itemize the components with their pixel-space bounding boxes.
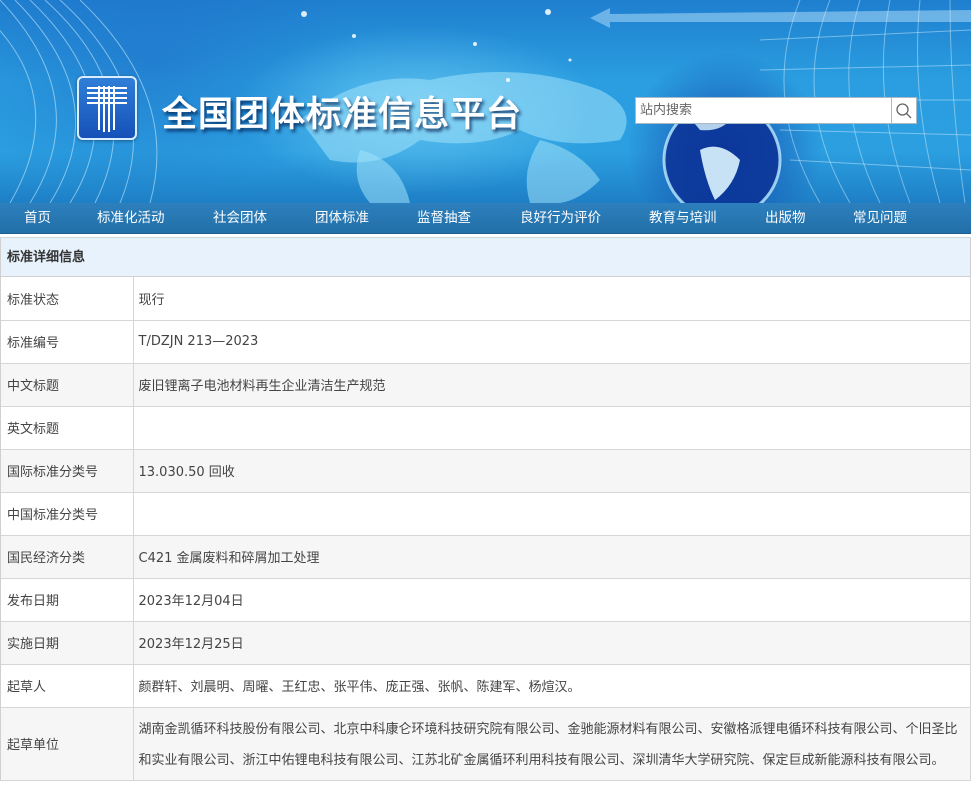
nav-item-home[interactable]: 首页 [24,203,51,234]
drafters-value: 颜群轩、刘晨明、周曜、王红忠、张平伟、庞正强、张帆、陈建军、杨煊汉。 [133,664,971,708]
nav-item-standardization-activities[interactable]: 标准化活动 [97,203,165,234]
row-label: 发布日期 [1,578,134,622]
table-row-ccs: 中国标准分类号 [1,492,971,536]
row-label: 实施日期 [1,621,134,665]
publish-date-value: 2023年12月04日 [133,578,971,622]
table-row-standard-number: 标准编号 T/DZJN 213—2023 [1,320,971,364]
search-icon [896,102,912,118]
row-label: 国际标准分类号 [1,449,134,493]
implementation-date-value: 2023年12月25日 [133,621,971,665]
row-label: 标准状态 [1,277,134,321]
table-row-english-title: 英文标题 [1,406,971,450]
table-row-drafters: 起草人 颜群轩、刘晨明、周曜、王红忠、张平伟、庞正强、张帆、陈建军、杨煊汉。 [1,664,971,708]
drafting-units-value: 湖南金凯循环科技股份有限公司、北京中科康仑环境科技研究院有限公司、金驰能源材料有… [133,707,971,781]
platform-logo-icon[interactable] [77,76,137,140]
nav-item-group-standards[interactable]: 团体标准 [315,203,369,234]
site-banner: 全国团体标准信息平台 [0,0,971,203]
search-input[interactable] [635,97,891,124]
english-title-value [133,406,971,450]
row-label: 英文标题 [1,406,134,450]
table-row-drafting-units: 起草单位 湖南金凯循环科技股份有限公司、北京中科康仑环境科技研究院有限公司、金驰… [1,707,971,781]
nav-item-faq[interactable]: 常见问题 [853,203,907,234]
site-search [635,97,918,124]
nav-item-good-conduct-evaluation[interactable]: 良好行为评价 [520,203,601,234]
chinese-title-value: 废旧锂离子电池材料再生企业清洁生产规范 [133,363,971,407]
search-button[interactable] [891,97,917,124]
nav-item-supervision[interactable]: 监督抽查 [417,203,471,234]
section-title: 标准详细信息 [1,237,971,277]
nav-item-education-training[interactable]: 教育与培训 [649,203,717,234]
nav-item-social-groups[interactable]: 社会团体 [213,203,267,234]
row-label: 中文标题 [1,363,134,407]
table-row-status: 标准状态 现行 [1,277,971,321]
row-label: 起草人 [1,664,134,708]
table-row-publish-date: 发布日期 2023年12月04日 [1,578,971,622]
ccs-value [133,492,971,536]
standard-info-table: 标准状态 现行 标准编号 T/DZJN 213—2023 中文标题 废旧锂离子电… [1,277,971,781]
table-row-ics: 国际标准分类号 13.030.50 回收 [1,449,971,493]
row-label: 起草单位 [1,707,134,781]
standard-number-value: T/DZJN 213—2023 [133,320,971,364]
economic-classification-value: C421 金属废料和碎屑加工处理 [133,535,971,579]
table-row-implementation-date: 实施日期 2023年12月25日 [1,621,971,665]
ics-value: 13.030.50 回收 [133,449,971,493]
nav-item-publications[interactable]: 出版物 [765,203,806,234]
row-label: 国民经济分类 [1,535,134,579]
standard-detail-panel: 标准详细信息 标准状态 现行 标准编号 T/DZJN 213—2023 中文标题… [0,237,971,781]
table-row-economic-classification: 国民经济分类 C421 金属废料和碎屑加工处理 [1,535,971,579]
row-label: 标准编号 [1,320,134,364]
main-nav: 首页 标准化活动 社会团体 团体标准 监督抽查 良好行为评价 教育与培训 出版物… [0,203,971,234]
site-title: 全国团体标准信息平台 [162,95,523,135]
table-row-chinese-title: 中文标题 废旧锂离子电池材料再生企业清洁生产规范 [1,363,971,407]
row-label: 中国标准分类号 [1,492,134,536]
status-value: 现行 [133,277,971,321]
